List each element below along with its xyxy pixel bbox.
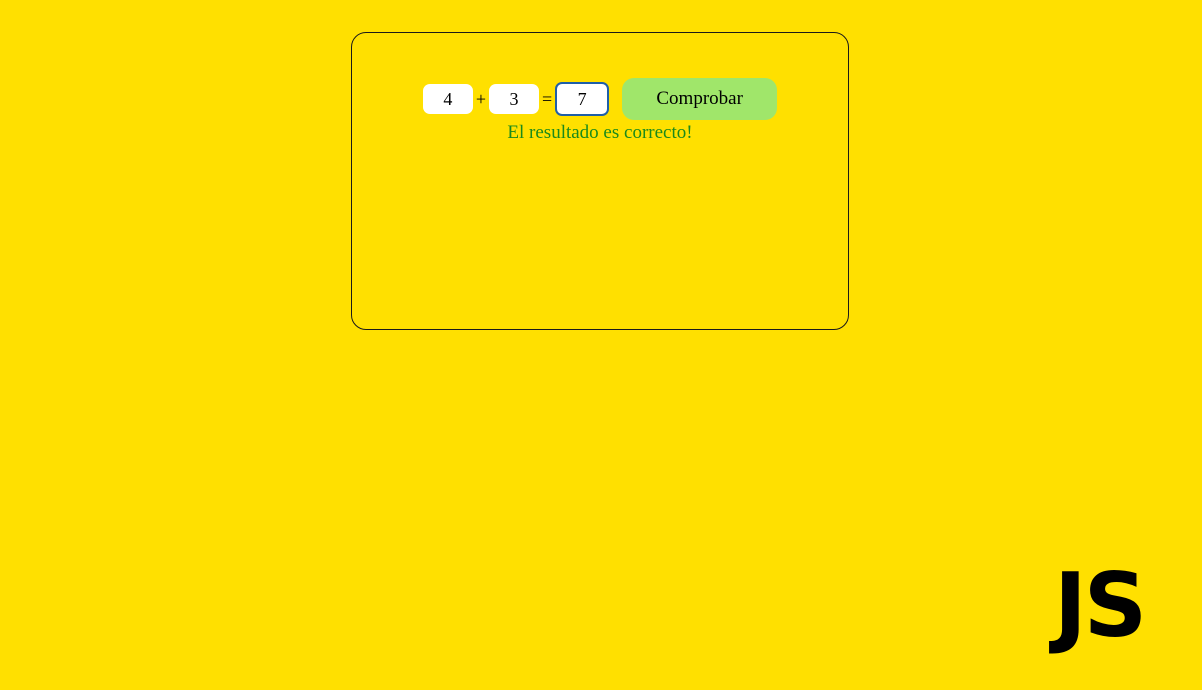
equals-sign: = — [542, 88, 553, 109]
quiz-card: 4 + 3 = Comprobar El resultado es correc… — [351, 32, 849, 330]
plus-sign: + — [475, 88, 486, 109]
equation-row: 4 + 3 = Comprobar — [352, 78, 848, 120]
operand-a-box: 4 — [422, 84, 473, 114]
operand-b-box: 3 — [489, 84, 539, 114]
js-logo: JS — [1054, 554, 1147, 657]
answer-input[interactable] — [555, 82, 610, 116]
check-button[interactable]: Comprobar — [622, 78, 778, 120]
result-message: El resultado es correcto! — [507, 122, 693, 143]
